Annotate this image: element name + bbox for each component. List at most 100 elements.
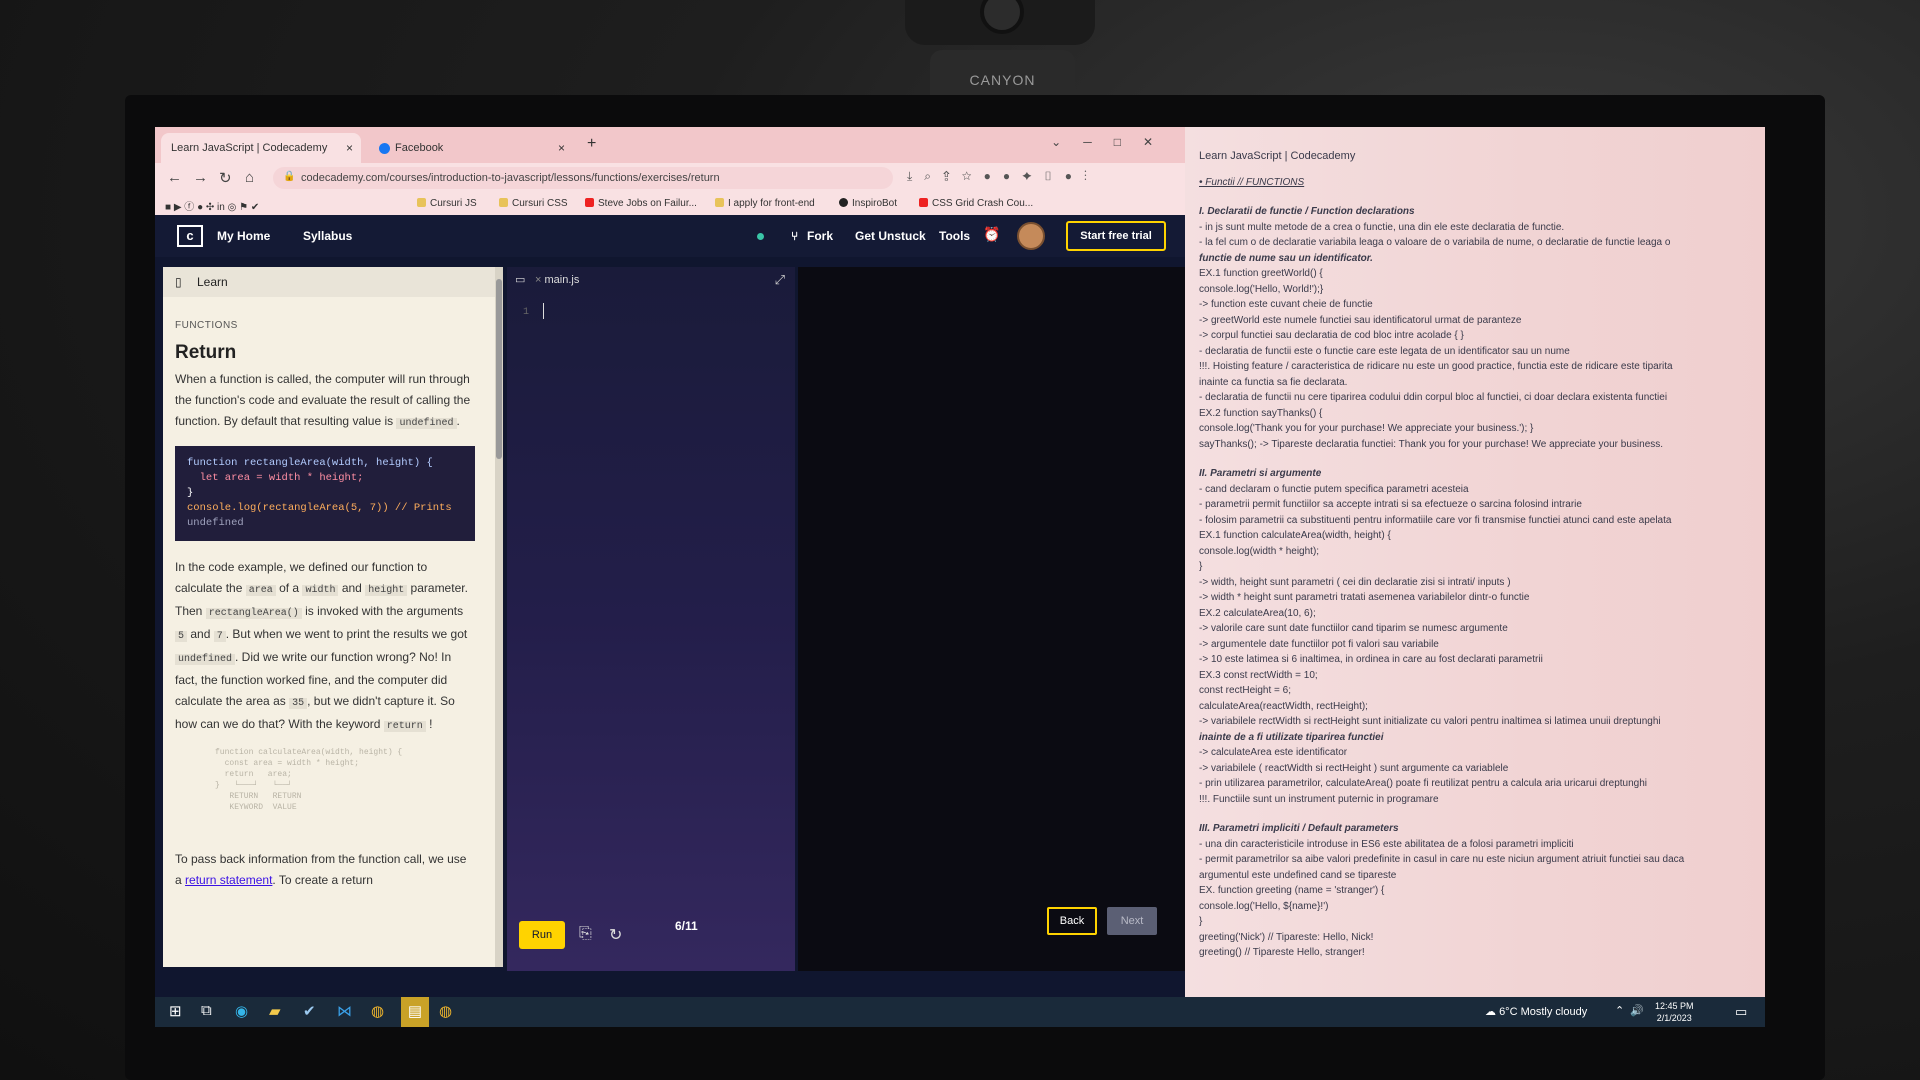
extension-icons[interactable]: ⤓⌕⇪☆●●✦▯●⋮ [907,169,1099,184]
folder-icon[interactable]: ▭ [515,273,525,286]
youtube-icon [919,198,928,207]
note-line: console.log('Hello, World!');} [1199,283,1324,295]
codecademy-logo[interactable]: c [177,225,203,247]
back-arrow-icon[interactable]: ← [167,169,182,186]
notification-icon[interactable]: ▭ [1735,1004,1747,1020]
lesson-title: Return [175,342,237,363]
time: 12:45 PM [1655,1001,1694,1011]
close-icon[interactable]: × [558,141,565,155]
note-line: EX.3 const rectWidth = 10; [1199,669,1318,681]
home-icon[interactable]: ⌂ [245,169,254,186]
exercise-progress: 6/11 [675,919,698,933]
lock-icon: 🔒 [283,171,296,182]
app-icon[interactable]: ✔ [303,1002,316,1020]
next-button[interactable]: Next [1107,907,1157,935]
note-line: sayThanks(); -> Tipareste declaratia fun… [1199,438,1664,450]
note-line: EX.2 calculateArea(10, 6); [1199,607,1316,619]
note-line: -> variabilele rectWidth si rectHeight s… [1199,716,1661,727]
window-controls[interactable]: ⌄─□✕ [1051,135,1175,149]
bookmark-icons[interactable]: ■ ▶ ⓕ ● ✣ in ◎ ⚑ ✔ [165,198,259,213]
browser-window: Learn JavaScript | Codecademy × Facebook… [155,127,1185,997]
learn-scrollbar[interactable] [495,267,503,967]
learn-panel: ▯ Learn FUNCTIONS Return When a function… [163,267,503,967]
close-icon[interactable]: × [346,141,353,155]
note-line: greeting('Nick') // Tipareste: Hello, Ni… [1199,931,1374,943]
nav-my-home[interactable]: My Home [217,229,270,243]
nav-syllabus[interactable]: Syllabus [303,229,352,243]
lesson-paragraph: When a function is called, the computer … [175,372,471,429]
expand-icon[interactable]: ⤢ [775,272,785,288]
fork-button[interactable]: Fork [807,229,833,243]
line-number: 1 [523,307,530,318]
note-line [1199,452,1751,460]
reload-icon[interactable]: ↻ [219,169,232,187]
url-input[interactable]: 🔒 codecademy.com/courses/introduction-to… [273,167,893,189]
facebook-icon [379,143,390,154]
bookmark-item[interactable]: I apply for front-end [715,198,815,209]
bookmark-item[interactable]: Steve Jobs on Failur... [585,198,697,209]
sticky-notes-icon[interactable]: ▤ [401,997,429,1027]
learn-header-label: Learn [197,275,228,289]
note-line: argumentul este undefined cand se tipare… [1199,869,1397,881]
forward-arrow-icon[interactable]: → [193,169,208,186]
bookmark-item[interactable]: Cursuri CSS [499,198,568,209]
tab-title: Learn JavaScript | Codecademy [171,142,328,154]
note-line: -> width * height sunt parametri tratati… [1199,592,1530,603]
folder-icon [417,198,426,207]
run-button[interactable]: Run [519,921,565,949]
refresh-icon[interactable]: ↻ [609,925,622,945]
date: 2/1/2023 [1656,1013,1692,1023]
note-line: const rectHeight = 6; [1199,685,1291,696]
alarm-clock-icon[interactable]: ⏰ [983,226,1000,243]
windows-start-icon[interactable]: ⊞ [169,1002,182,1020]
edge-icon[interactable]: ◉ [235,1002,248,1020]
note-line: - prin utilizarea parametrilor, calculat… [1199,778,1647,789]
top-nav: c My Home Syllabus ⑂ Fork Get Unstuck To… [155,215,1185,257]
tab-codecademy[interactable]: Learn JavaScript | Codecademy × [161,133,361,163]
return-statement-link[interactable]: return statement [185,873,272,887]
avatar[interactable] [1017,222,1045,250]
bookmark-item[interactable]: InspiroBot [839,198,897,209]
bookmark-item[interactable]: CSS Grid Crash Cou... [919,198,1033,209]
scrollbar-thumb[interactable] [496,279,502,459]
system-tray[interactable]: ⌃🔊 [1615,1004,1650,1017]
lesson-paragraph: To pass back information from the functi… [175,852,467,887]
clock[interactable]: 12:45 PM 2/1/2023 [1655,1000,1694,1024]
learn-content: FUNCTIONS Return When a function is call… [175,315,475,891]
taskbar: ⊞ ⧉ ◉ ▰ ✔ ⋈ ◍ ▤ ◍ ☁ 6°C Mostly cloudy ⌃🔊… [155,997,1765,1027]
note-line: -> valorile care sunt date functiilor ca… [1199,623,1508,634]
note-line: - una din caracteristicile introduse in … [1199,838,1574,850]
learn-header: ▯ Learn [163,267,503,297]
note-line [1199,190,1751,198]
weather-widget[interactable]: ☁ 6°C Mostly cloudy [1485,1005,1587,1018]
webcam: CANYON [905,0,1095,110]
chrome-icon[interactable]: ◍ [371,1002,384,1020]
note-line: !!!. Functiile sunt un instrument putern… [1199,793,1439,805]
start-free-trial-button[interactable]: Start free trial [1066,221,1166,251]
note-line: !!!. Hoisting feature / caracteristica d… [1199,361,1673,372]
chrome-icon[interactable]: ◍ [439,1002,452,1020]
note-line: -> corpul functiei sau declaratia de cod… [1199,330,1464,341]
copy-icon[interactable]: ⎘ [579,925,592,943]
get-unstuck-button[interactable]: Get Unstuck [855,229,926,243]
note-line: EX. function greeting (name = 'stranger'… [1199,885,1385,896]
note-line: calculateArea(reactWidth, rectHeight); [1199,700,1368,712]
bookmark-item[interactable]: Cursuri JS [417,198,477,209]
text-caret[interactable] [543,303,544,319]
note-line: console.log(width * height); [1199,545,1320,557]
new-tab-button[interactable]: + [587,135,596,153]
tab-bar: Learn JavaScript | Codecademy × Facebook… [155,127,1185,163]
note-line: III. Parametri impliciti / Default param… [1199,823,1399,834]
note-line: -> function este cuvant cheie de functie [1199,299,1373,310]
file-explorer-icon[interactable]: ▰ [269,1002,281,1020]
task-view-icon[interactable]: ⧉ [201,1002,212,1019]
vscode-icon[interactable]: ⋈ [337,1002,352,1020]
editor-header: ▭ × main.js ⤢ [507,267,795,293]
back-button[interactable]: Back [1047,907,1097,935]
tools-button[interactable]: Tools [939,229,970,243]
fork-icon[interactable]: ⑂ [791,229,798,243]
file-tab[interactable]: × main.js [535,274,579,286]
note-line: - in js sunt multe metode de a crea o fu… [1199,221,1565,233]
note-line: greeting() // Tipareste Hello, stranger! [1199,947,1365,958]
tab-facebook[interactable]: Facebook × [373,133,573,163]
